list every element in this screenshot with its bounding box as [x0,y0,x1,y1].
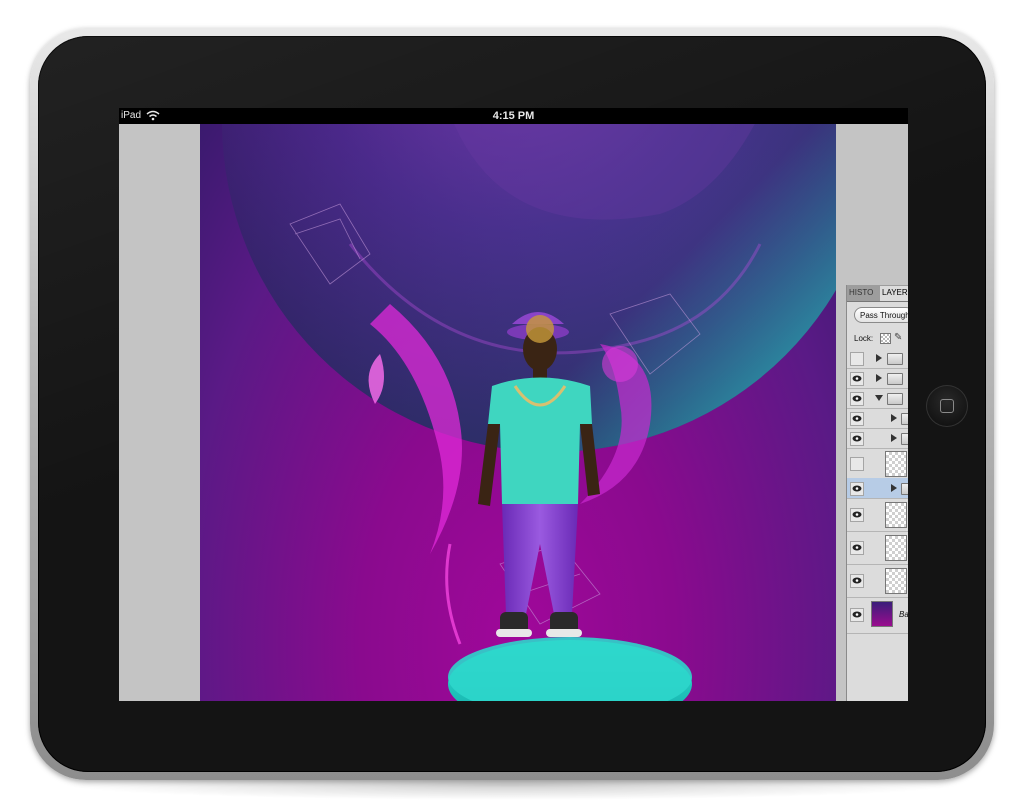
visibility-toggle[interactable] [850,372,864,386]
layer-thumbnail [885,568,907,594]
clock-time: 4:15 PM [492,110,535,122]
layer-thumbnail [885,502,907,528]
tab-layers[interactable]: LAYER [880,286,908,301]
folder-icon [887,353,903,365]
panel-tab-bar: HISTO LAYER [847,285,908,302]
layer-row[interactable] [847,498,908,532]
layer-thumbnail [885,451,907,477]
lock-label: Lock: [854,334,874,343]
layer-row[interactable] [847,408,908,429]
background-thumbnail [871,601,893,627]
collapse-arrow-icon[interactable] [875,395,883,401]
artwork-illustration [222,124,836,701]
expand-arrow-icon[interactable] [891,484,897,492]
folder-icon [901,483,908,495]
layer-row[interactable] [847,428,908,449]
document-canvas[interactable] [200,124,836,701]
eye-icon [852,395,862,402]
layer-row[interactable] [847,448,908,479]
layer-row[interactable] [847,564,908,598]
visibility-toggle[interactable] [850,541,864,555]
lock-transparency-icon[interactable] [880,333,891,344]
eye-icon [852,485,862,492]
visibility-toggle[interactable] [850,508,864,522]
eye-icon [852,511,862,518]
ipad-screen: iPad 4:15 PM HISTO LAYER Pass Through Lo… [119,108,908,701]
eye-icon [852,577,862,584]
expand-arrow-icon[interactable] [891,414,897,422]
layer-row[interactable] [847,348,908,369]
layer-row-selected[interactable] [847,478,908,499]
pasteboard-left [119,124,200,701]
expand-arrow-icon[interactable] [876,354,882,362]
layer-name: Ba [899,610,908,619]
layer-row[interactable] [847,368,908,389]
visibility-toggle[interactable] [850,608,864,622]
tab-history[interactable]: HISTO [849,288,879,297]
lock-pixels-icon[interactable]: ✎ [894,332,902,343]
eye-icon [852,375,862,382]
home-button-icon [940,399,954,413]
eye-icon [852,415,862,422]
blend-mode-select[interactable]: Pass Through [854,307,908,323]
eye-icon [852,611,862,618]
folder-icon [887,373,903,385]
layer-thumbnail [885,535,907,561]
layer-row[interactable] [847,388,908,409]
eye-icon [852,435,862,442]
visibility-toggle[interactable] [850,574,864,588]
visibility-toggle[interactable] [850,392,864,406]
visibility-toggle[interactable] [850,457,864,471]
eye-icon [852,544,862,551]
folder-icon [901,433,908,445]
folder-icon [901,413,908,425]
layer-row-background[interactable]: Ba [847,597,908,634]
expand-arrow-icon[interactable] [876,374,882,382]
layer-row[interactable] [847,531,908,565]
expand-arrow-icon[interactable] [891,434,897,442]
visibility-toggle[interactable] [850,482,864,496]
status-bar: iPad 4:15 PM [119,108,908,124]
layers-panel: HISTO LAYER Pass Through Lock: ✎ Ba [846,285,908,701]
folder-icon [887,393,903,405]
visibility-toggle[interactable] [850,432,864,446]
visibility-toggle[interactable] [850,352,864,366]
visibility-toggle[interactable] [850,412,864,426]
